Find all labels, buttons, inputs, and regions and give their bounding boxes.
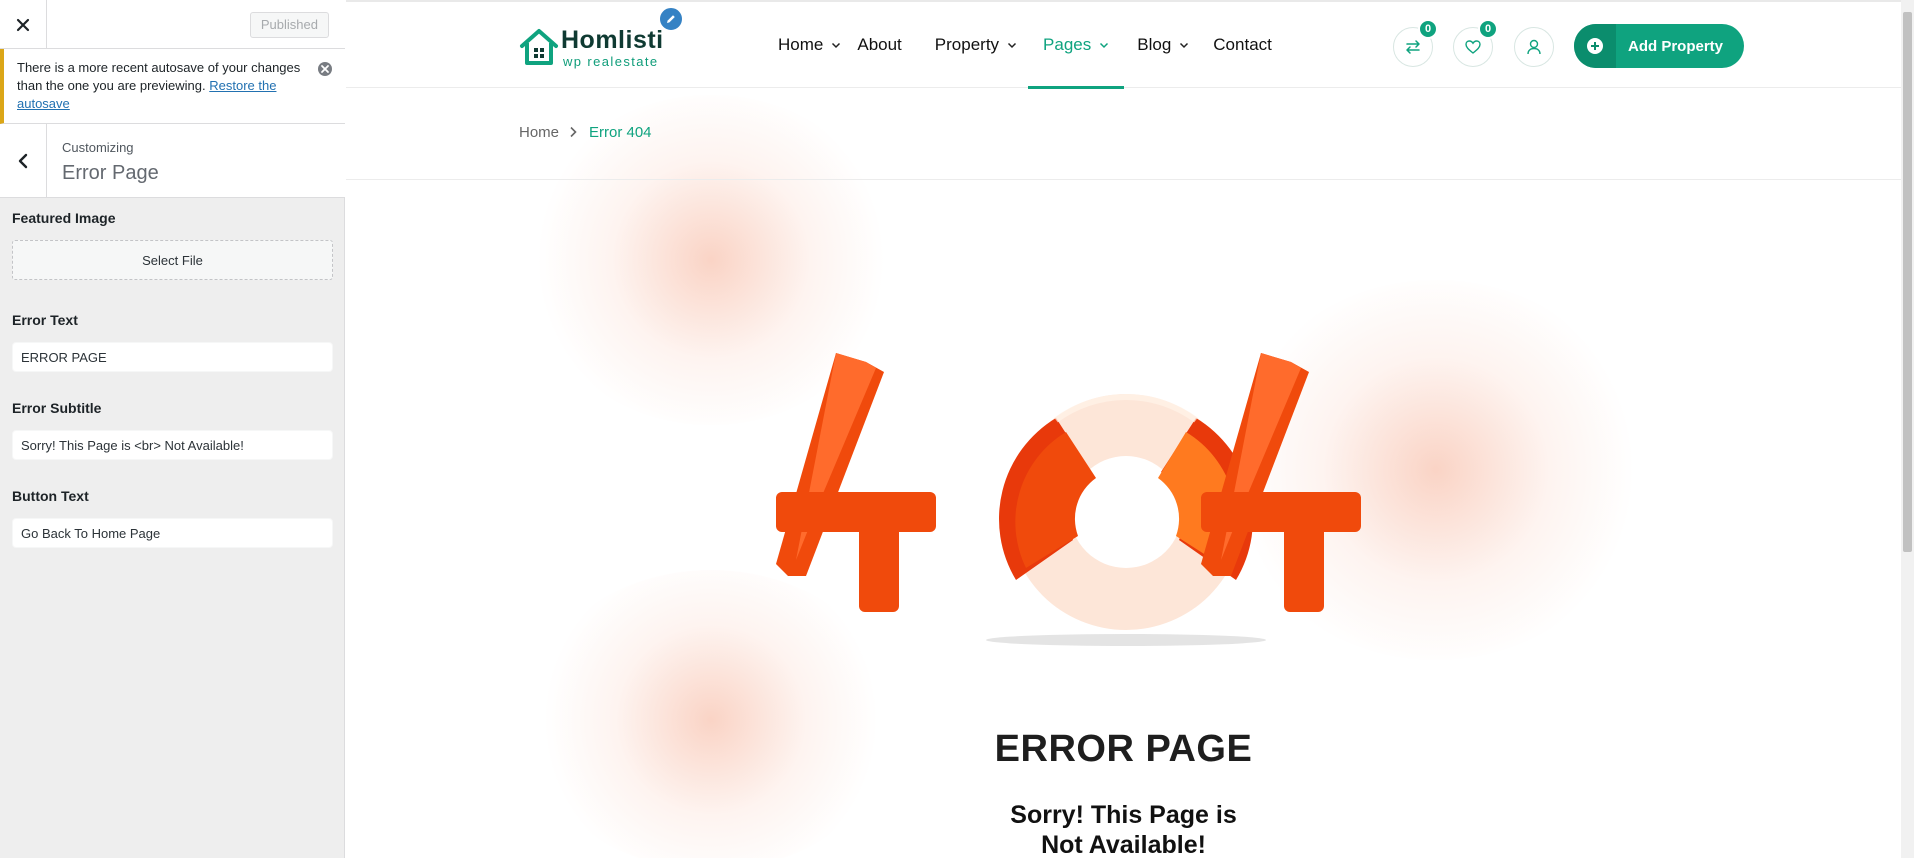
digit-four-left: [776, 353, 936, 612]
error-subtitle-input[interactable]: [12, 430, 333, 460]
house-logo-icon: [520, 29, 558, 65]
error-subtitle-line-1: Sorry! This Page is: [1010, 801, 1237, 829]
close-icon: [16, 18, 30, 31]
section-controls: Featured Image Select File Error Text Er…: [12, 210, 333, 576]
error-subtitle: Sorry! This Page is Not Available!: [346, 800, 1901, 858]
select-file-button[interactable]: Select File: [12, 240, 333, 280]
logo-name: Homlisti: [561, 26, 664, 54]
chevron-right-icon: [570, 126, 577, 138]
dismiss-icon: [318, 62, 332, 76]
chevron-down-icon: [832, 42, 841, 49]
menu-item-label: Home: [778, 35, 824, 54]
menu-item-label: Pages: [1043, 35, 1092, 54]
preview-scrollbar-thumb[interactable]: [1903, 12, 1912, 552]
error-title: ERROR PAGE: [994, 728, 1253, 770]
featured-image-label: Featured Image: [12, 210, 116, 226]
error-404-illustration: 404: [776, 353, 1361, 646]
site-header: Homlisti wp realestate Home About Proper…: [346, 2, 1901, 89]
plus-circle-icon: [1587, 38, 1603, 54]
compare-count-badge: 0: [1418, 19, 1438, 39]
menu-item-home[interactable]: Home: [778, 2, 841, 88]
account-button[interactable]: [1514, 27, 1554, 67]
menu-item-label: Blog: [1137, 35, 1172, 54]
add-property-label: Add Property: [1628, 37, 1724, 55]
main-menu: Home About Property Pages Blog Contact: [778, 2, 1272, 89]
logo-tagline: wp realestate: [563, 54, 659, 69]
site-preview: Homlisti wp realestate Home About Proper…: [346, 0, 1914, 858]
favorites-count-badge: 0: [1478, 19, 1498, 39]
error-subtitle-label: Error Subtitle: [12, 400, 102, 416]
section-header: Customizing Error Page: [0, 124, 345, 198]
error-text-label: Error Text: [12, 312, 78, 328]
chevron-left-icon: [18, 153, 28, 169]
published-button[interactable]: Published: [249, 12, 329, 38]
menu-item-about[interactable]: About: [857, 2, 901, 88]
menu-item-label: Contact: [1213, 35, 1272, 54]
digit-four-right: [1201, 353, 1361, 612]
site-logo[interactable]: Homlisti wp realestate: [519, 24, 679, 74]
customizing-label: Customizing: [62, 140, 134, 155]
dismiss-notice-button[interactable]: [317, 61, 333, 77]
chevron-down-icon: [1100, 42, 1109, 49]
favorites-button[interactable]: 0: [1453, 19, 1498, 67]
menu-item-label: Property: [934, 35, 1000, 54]
error-subtitle-line-2: Not Available!: [1041, 831, 1206, 858]
customizer-app: Published There is a more recent autosav…: [0, 0, 1914, 858]
customizer-sidebar: Published There is a more recent autosav…: [0, 0, 345, 858]
menu-item-contact[interactable]: Contact: [1213, 2, 1272, 88]
chevron-down-icon: [1008, 42, 1017, 49]
button-text-label: Button Text: [12, 488, 89, 504]
customizer-header: Published: [0, 0, 345, 49]
heart-icon: [1465, 40, 1481, 54]
edit-shortcut-button[interactable]: [658, 6, 684, 32]
menu-item-label: About: [857, 35, 902, 54]
add-property-plus: [1574, 24, 1616, 68]
close-customizer-button[interactable]: [0, 0, 47, 49]
menu-item-property[interactable]: Property: [935, 2, 1017, 88]
error-text-input[interactable]: [12, 342, 333, 372]
section-title: Error Page: [62, 162, 159, 184]
menu-item-blog[interactable]: Blog: [1137, 2, 1189, 88]
autosave-notice: There is a more recent autosave of your …: [0, 49, 345, 124]
user-icon: [1527, 39, 1541, 55]
breadcrumb-home[interactable]: Home: [519, 124, 559, 141]
pencil-icon: [667, 15, 675, 23]
breadcrumb: Home Error 404: [346, 88, 1901, 180]
add-property-button[interactable]: Add Property: [1574, 24, 1744, 68]
breadcrumb-current: Error 404: [589, 124, 652, 141]
back-button[interactable]: [0, 124, 47, 198]
compare-button[interactable]: 0: [1393, 19, 1438, 67]
button-text-input[interactable]: [12, 518, 333, 548]
chevron-down-icon: [1180, 42, 1189, 49]
compare-arrows-icon: [1406, 40, 1420, 54]
menu-item-pages[interactable]: Pages: [1028, 2, 1125, 89]
